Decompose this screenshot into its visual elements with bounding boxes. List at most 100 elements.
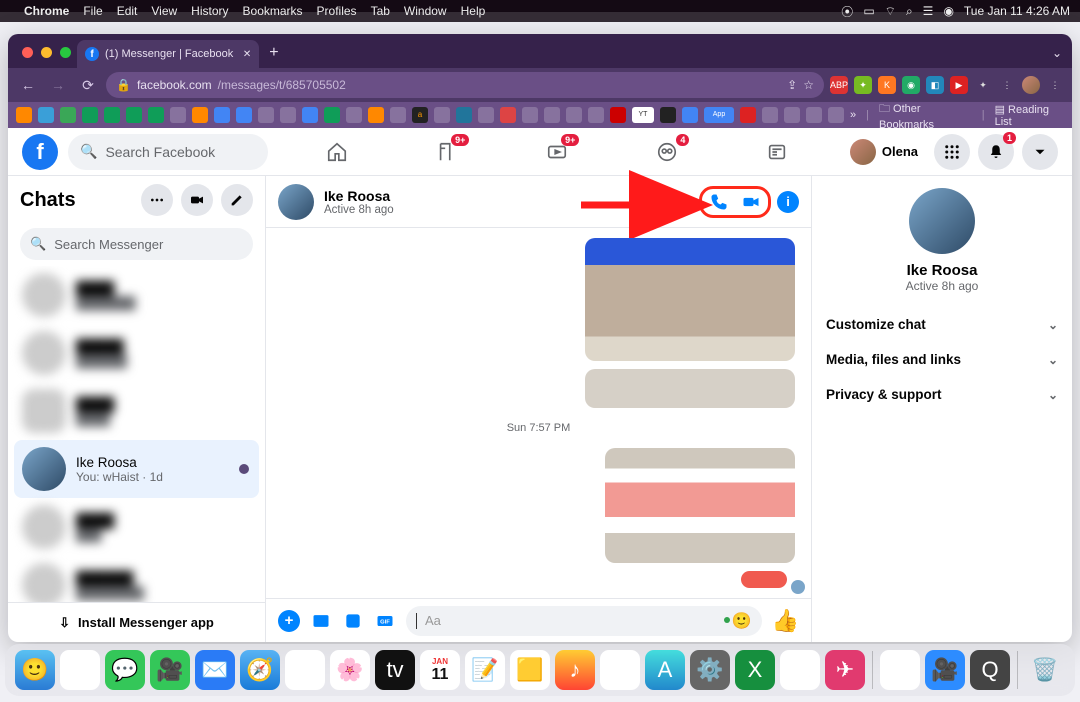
ext-adblock[interactable]: ABP <box>830 76 848 94</box>
bookmark-item[interactable] <box>660 107 676 123</box>
nav-watch[interactable]: 9+ <box>537 132 577 172</box>
messenger-search[interactable]: 🔍 Search Messenger <box>20 228 253 260</box>
wifi-icon[interactable]: ⌔ <box>885 4 896 19</box>
video-call-button[interactable] <box>740 191 762 213</box>
bookmark-item[interactable] <box>478 107 494 123</box>
nav-pages[interactable]: 9+ <box>427 132 467 172</box>
bookmark-item[interactable] <box>456 107 472 123</box>
bookmark-item[interactable]: a <box>412 107 428 123</box>
menu-tab[interactable]: Tab <box>371 4 390 18</box>
dock-appletv[interactable]: tv <box>375 650 415 690</box>
new-room[interactable] <box>181 184 213 216</box>
reading-list[interactable]: ▤ Reading List <box>995 103 1064 128</box>
header-profile[interactable]: Olena <box>847 136 926 168</box>
nav-forward[interactable]: → <box>46 73 70 97</box>
new-tab-button[interactable]: + <box>259 44 288 68</box>
bookmark-item[interactable] <box>682 107 698 123</box>
chat-item[interactable]: ████████ <box>14 382 259 440</box>
facebook-search[interactable]: 🔍 Search Facebook <box>68 134 268 170</box>
address-bar[interactable]: 🔒 facebook.com/messages/t/685705502 ⇪ ☆ <box>106 72 824 98</box>
dock-safari[interactable]: 🧭 <box>240 650 280 690</box>
ext-4[interactable]: ◉ <box>902 76 920 94</box>
messages-list[interactable]: Sun 7:57 PM <box>266 228 811 598</box>
new-message[interactable] <box>221 184 253 216</box>
menu-window[interactable]: Window <box>404 4 447 18</box>
bookmark-item[interactable] <box>38 107 54 123</box>
dock-excel[interactable]: X <box>735 650 775 690</box>
dock-finder[interactable]: 🙂 <box>15 650 55 690</box>
dock-settings[interactable]: ⚙️ <box>690 650 730 690</box>
menu-help[interactable]: Help <box>461 4 486 18</box>
bookmark-item[interactable] <box>236 107 252 123</box>
bookmark-item[interactable] <box>740 107 756 123</box>
dock-calendar[interactable]: JAN11 <box>420 650 460 690</box>
chat-item[interactable]: ███████████ <box>14 266 259 324</box>
chat-item-selected[interactable]: Ike RoosaYou: wHaist · 1d <box>14 440 259 498</box>
bookmark-item[interactable] <box>390 107 406 123</box>
menu-bookmarks[interactable]: Bookmarks <box>243 4 303 18</box>
dock-photos[interactable]: 🌸 <box>330 650 370 690</box>
bookmark-item[interactable] <box>434 107 450 123</box>
ext-3[interactable]: K <box>878 76 896 94</box>
bookmark-item[interactable] <box>148 107 164 123</box>
chat-list[interactable]: ███████████ ███████████ ████████ Ike Roo… <box>8 266 265 602</box>
dock-messages[interactable]: 💬 <box>105 650 145 690</box>
header-notifications[interactable]: 1 <box>978 134 1014 170</box>
nav-groups[interactable]: 4 <box>647 132 687 172</box>
dock-quicktime[interactable]: Q <box>970 650 1010 690</box>
share-icon[interactable]: ⇪ <box>787 78 797 92</box>
bookmarks-overflow[interactable]: » <box>850 109 856 121</box>
nav-home[interactable] <box>317 132 357 172</box>
ext-2[interactable]: ✦ <box>854 76 872 94</box>
bookmark-item[interactable] <box>784 107 800 123</box>
bookmark-item[interactable] <box>214 107 230 123</box>
chrome-overflow[interactable]: ⋮ <box>1046 76 1064 94</box>
dock-launchpad[interactable]: ▦ <box>60 650 100 690</box>
menu-view[interactable]: View <box>151 4 177 18</box>
tabs-dropdown[interactable]: ⌄ <box>1052 46 1062 60</box>
chat-item[interactable]: ███████████ <box>14 324 259 382</box>
avatar[interactable] <box>278 184 314 220</box>
menu-file[interactable]: File <box>83 4 102 18</box>
composer-more[interactable]: + <box>278 610 300 632</box>
avatar[interactable] <box>909 188 975 254</box>
siri-icon[interactable]: ◉ <box>943 4 953 18</box>
nav-news[interactable] <box>757 132 797 172</box>
bookmark-item[interactable] <box>104 107 120 123</box>
dock-stickies[interactable]: 🟨 <box>510 650 550 690</box>
composer-input[interactable]: Aa 🙂 <box>406 606 762 636</box>
bookmark-item[interactable] <box>762 107 778 123</box>
bookmark-item[interactable] <box>522 107 538 123</box>
bookmark-item[interactable] <box>566 107 582 123</box>
panel-customize-chat[interactable]: Customize chat⌄ <box>812 307 1072 342</box>
bookmark-item[interactable] <box>806 107 822 123</box>
bookmark-item[interactable] <box>280 107 296 123</box>
record-icon[interactable]: ⦿ <box>841 3 853 20</box>
chrome-menu[interactable]: ⋮ <box>998 76 1016 94</box>
control-center-icon[interactable]: ☰ <box>923 4 934 18</box>
window-close[interactable] <box>22 47 33 58</box>
other-bookmarks-folder[interactable]: 🗀 Other Bookmarks <box>879 102 972 128</box>
dock-recent[interactable]: ▦ <box>880 650 920 690</box>
dock-music[interactable]: ♪ <box>555 650 595 690</box>
bookmark-item[interactable] <box>346 107 362 123</box>
extensions-menu[interactable]: ✦ <box>974 76 992 94</box>
window-zoom[interactable] <box>60 47 71 58</box>
bookmark-item[interactable] <box>324 107 340 123</box>
bookmark-item[interactable] <box>500 107 516 123</box>
panel-media-files-links[interactable]: Media, files and links⌄ <box>812 342 1072 377</box>
chrome-profile[interactable] <box>1022 76 1040 94</box>
menu-history[interactable]: History <box>191 4 228 18</box>
bookmark-item[interactable] <box>170 107 186 123</box>
header-account[interactable] <box>1022 134 1058 170</box>
dock-zoom[interactable]: 🎥 <box>925 650 965 690</box>
chat-item[interactable]: ███████ <box>14 498 259 556</box>
details-name[interactable]: Ike Roosa <box>907 262 978 279</box>
browser-tab[interactable]: f (1) Messenger | Facebook ✕ <box>77 40 259 68</box>
composer-photo[interactable] <box>310 610 332 632</box>
bookmark-item[interactable] <box>258 107 274 123</box>
window-minimize[interactable] <box>41 47 52 58</box>
composer-like[interactable]: 👍 <box>772 608 799 634</box>
bookmark-item[interactable] <box>126 107 142 123</box>
dock-reminders[interactable]: ☰ <box>285 650 325 690</box>
